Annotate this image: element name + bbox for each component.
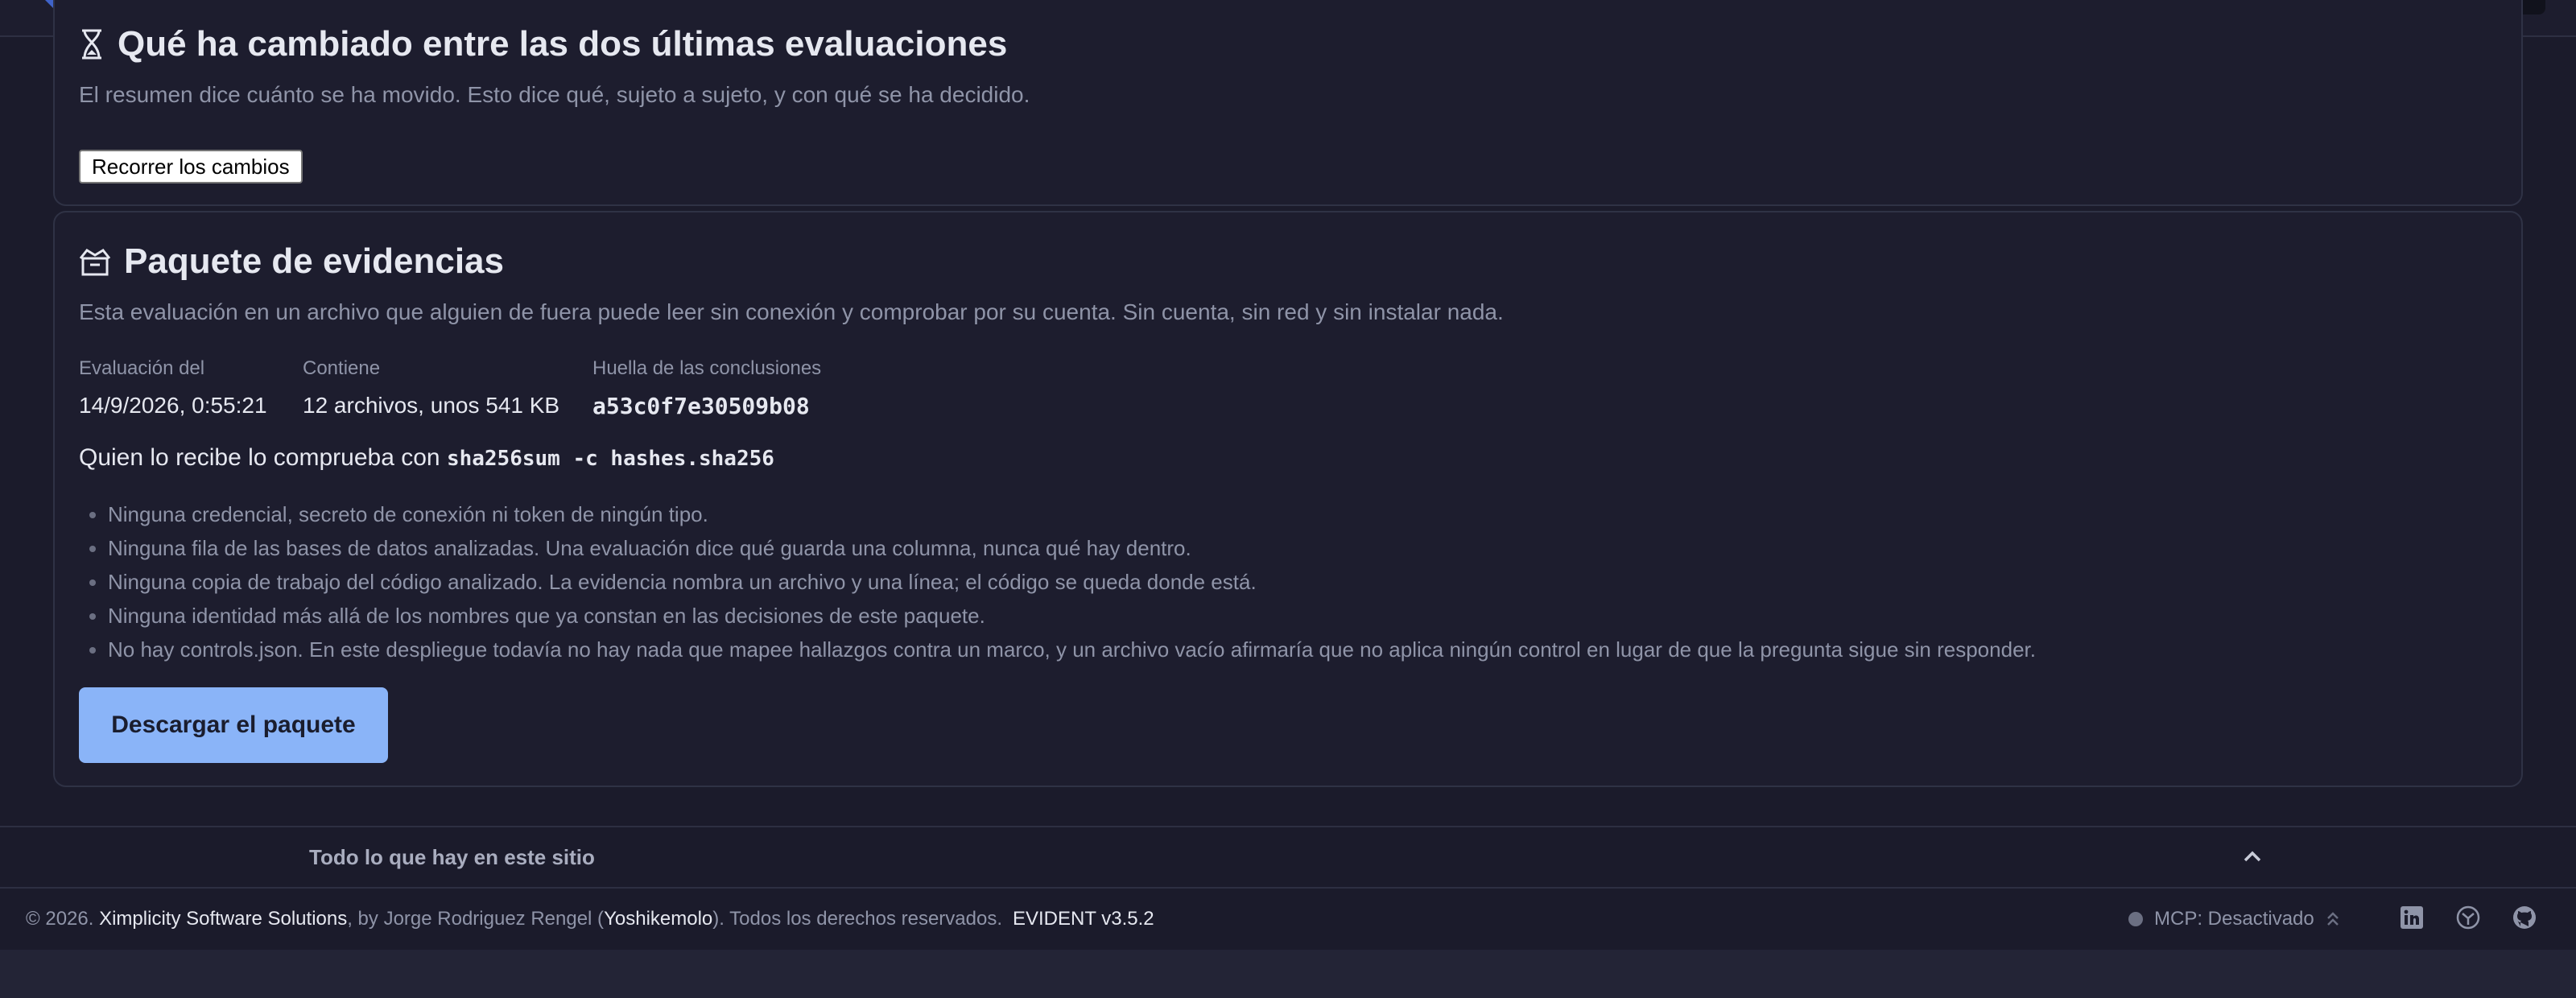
fingerprint-hash: a53c0f7e30509b08 [592, 393, 810, 419]
meta-evaluation-date: Evaluación del 14/9/2026, 0:55:21 [79, 357, 267, 419]
mcp-status-text: MCP: Desactivado [2154, 908, 2314, 930]
list-item: Ninguna credencial, secreto de conexión … [108, 497, 2036, 531]
divider [0, 826, 2576, 827]
network-icon[interactable] [2455, 905, 2481, 930]
changes-card: Qué ha cambiado entre las dos últimas ev… [53, 0, 2523, 206]
meta-label: Evaluación del [79, 357, 205, 379]
meta-label: Contiene [303, 357, 381, 379]
meta-label: Huella de las conclusiones [592, 357, 822, 379]
linkedin-icon[interactable] [2399, 905, 2425, 930]
sitemap-toggle-label[interactable]: Todo lo que hay en este sitio [309, 845, 595, 870]
package-icon [79, 249, 111, 276]
author-handle-link[interactable]: Yoshikemolo [604, 908, 712, 930]
evidence-card-title-text: Paquete de evidencias [124, 241, 504, 281]
meta-value: 14/9/2026, 0:55:21 [79, 393, 267, 418]
evidence-package-card: Paquete de evidencias Esta evaluación en… [53, 211, 2523, 787]
verify-instruction: Quien lo recibe lo comprueba con sha256s… [79, 444, 774, 472]
company-link[interactable]: Ximplicity Software Solutions [99, 908, 347, 930]
meta-fingerprint: Huella de las conclusiones a53c0f7e30509… [592, 357, 821, 419]
github-icon[interactable] [2512, 905, 2537, 930]
copyright-prefix: © 2026. [26, 908, 94, 930]
verify-prefix: Quien lo recibe lo comprueba con [79, 444, 440, 471]
list-item: Ninguna copia de trabajo del código anal… [108, 565, 2036, 599]
evidence-card-subtitle: Esta evaluación en un archivo que alguie… [79, 299, 1504, 324]
hourglass-icon [82, 29, 101, 60]
changes-card-title-text: Qué ha cambiado entre las dos últimas ev… [118, 24, 1008, 64]
double-chevron-up-icon [2326, 912, 2339, 926]
changes-card-title: Qué ha cambiado entre las dos últimas ev… [79, 24, 1007, 64]
status-dot-icon [2128, 912, 2143, 926]
list-item: Ninguna fila de las bases de datos anali… [108, 531, 2036, 565]
download-package-button[interactable]: Descargar el paquete [79, 687, 388, 763]
author-text: , by Jorge Rodriguez Rengel ( [347, 908, 605, 930]
rights-text: ). Todos los derechos reservados. [712, 908, 1003, 930]
bottom-band [0, 950, 2576, 998]
changes-card-subtitle: El resumen dice cuánto se ha movido. Est… [79, 82, 1030, 107]
footer-copyright: © 2026. Ximplicity Software Solutions, b… [26, 908, 1002, 930]
list-item: No hay controls.json. En este despliegue… [108, 633, 2036, 666]
list-item: Ninguna identidad más allá de los nombre… [108, 599, 2036, 633]
app-version: EVIDENT v3.5.2 [1013, 908, 1154, 930]
meta-contents: Contiene 12 archivos, unos 541 KB [303, 357, 559, 419]
walk-changes-button[interactable]: Recorrer los cambios [79, 150, 303, 184]
mcp-status[interactable]: MCP: Desactivado [2128, 908, 2340, 930]
evidence-card-title: Paquete de evidencias [79, 241, 504, 282]
verify-command: sha256sum -c hashes.sha256 [446, 447, 774, 471]
chevron-up-icon[interactable] [2243, 842, 2262, 869]
exclusion-notes-list: Ninguna credencial, secreto de conexión … [79, 497, 2036, 666]
meta-value: 12 archivos, unos 541 KB [303, 393, 560, 418]
